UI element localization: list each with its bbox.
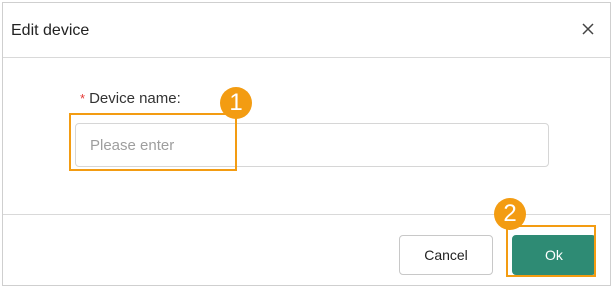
dialog-title: Edit device	[11, 22, 90, 39]
cancel-button[interactable]: Cancel	[399, 235, 493, 275]
close-icon[interactable]	[576, 17, 600, 41]
ok-button[interactable]: Ok	[512, 235, 596, 275]
step-1-badge: 1	[220, 87, 252, 119]
required-mark: *	[80, 91, 86, 106]
device-name-input[interactable]	[75, 123, 549, 167]
device-name-label-text: Device name:	[89, 90, 181, 107]
step-2-badge: 2	[494, 198, 526, 230]
dialog-header: Edit device	[3, 3, 610, 58]
edit-device-dialog: Edit device *Device name: Cancel Ok	[2, 2, 611, 286]
device-name-label: * Device name:	[80, 90, 181, 107]
